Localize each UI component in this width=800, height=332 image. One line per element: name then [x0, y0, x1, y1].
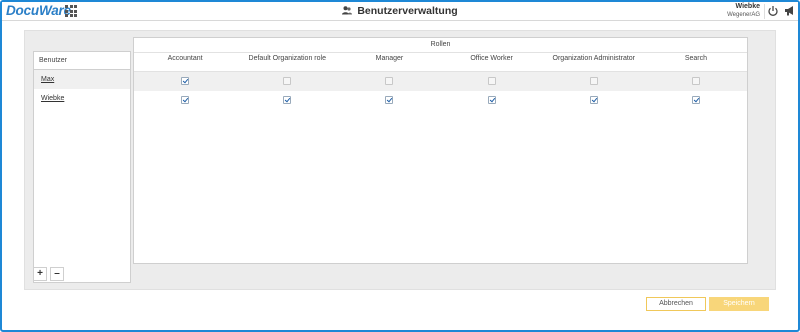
remove-user-button[interactable]: –	[50, 267, 64, 281]
page-title: Benutzerverwaltung	[357, 5, 458, 17]
role-row-max	[134, 72, 747, 91]
role-checkbox[interactable]	[181, 77, 190, 85]
user-name: Wiebke	[735, 3, 760, 10]
role-checkbox[interactable]	[283, 77, 292, 85]
role-checkbox[interactable]	[385, 96, 394, 104]
column-header-organization-administrator: Organization Administrator	[552, 55, 636, 62]
megaphone-icon[interactable]	[784, 5, 796, 17]
users-icon	[342, 6, 353, 15]
top-bar: DocuWare Benutzerverwaltung Wiebke Wegen…	[2, 2, 798, 21]
role-checkbox[interactable]	[487, 77, 496, 85]
column-header-manager: Manager	[375, 55, 404, 62]
column-header-default-organization-role: Default Organization role	[248, 55, 326, 62]
role-checkbox[interactable]	[385, 77, 394, 85]
header-divider	[764, 4, 765, 19]
page-title-wrap: Benutzerverwaltung	[2, 5, 798, 17]
role-checkbox[interactable]	[589, 77, 598, 85]
role-checkbox[interactable]	[691, 77, 700, 85]
power-icon[interactable]	[767, 5, 779, 17]
users-list: Benutzer Max Wiebke	[33, 51, 131, 283]
user-management-panel: Rollen Accountant Default Organization r…	[24, 30, 776, 290]
roles-group-header: Rollen	[134, 38, 747, 53]
role-checkbox[interactable]	[487, 96, 496, 104]
user-organization: WegenerAG	[727, 12, 760, 18]
role-checkbox[interactable]	[181, 96, 190, 104]
roles-table: Rollen Accountant Default Organization r…	[133, 37, 748, 264]
role-checkbox[interactable]	[589, 96, 598, 104]
add-user-button[interactable]: +	[33, 267, 47, 281]
user-box[interactable]: Wiebke WegenerAG	[727, 3, 760, 19]
role-row-wiebke	[134, 91, 747, 110]
cancel-button[interactable]: Abbrechen	[646, 297, 706, 311]
save-button[interactable]: Speichern	[709, 297, 769, 311]
role-checkbox[interactable]	[283, 96, 292, 104]
column-header-accountant: Accountant	[167, 55, 203, 62]
user-link-wiebke[interactable]: Wiebke	[34, 89, 130, 108]
column-header-office-worker: Office Worker	[470, 55, 513, 62]
user-link-max[interactable]: Max	[34, 70, 130, 89]
column-header-search: Search	[684, 55, 708, 62]
roles-column-headers: Accountant Default Organization role Man…	[134, 53, 747, 72]
users-column-header: Benutzer	[34, 52, 130, 70]
role-checkbox[interactable]	[691, 96, 700, 104]
